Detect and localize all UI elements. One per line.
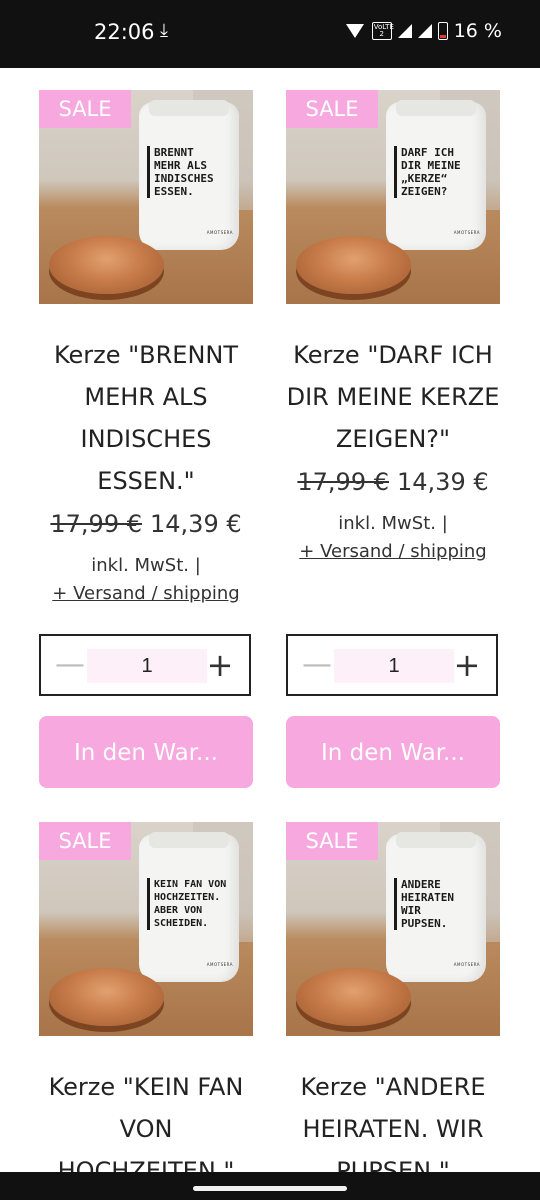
status-bar: 22:06 ⤓ VoLTE 2 16 % (0, 0, 540, 68)
add-to-cart-button[interactable]: In den War... (286, 716, 500, 788)
download-complete-icon: ⤓ (160, 20, 168, 41)
quantity-input[interactable] (87, 649, 207, 683)
product-title[interactable]: Kerze "DARF ICH DIR MEINE KERZE ZEIGEN?" (286, 334, 500, 460)
increase-quantity-button[interactable]: + (452, 636, 482, 694)
quantity-input[interactable] (334, 649, 454, 683)
old-price: 17,99 € (50, 510, 142, 538)
home-handle[interactable] (193, 1186, 347, 1191)
tax-note: inkl. MwSt. | + Versand / shipping (39, 552, 253, 608)
jar-label: DARF ICH DIR MEINE „KERZE“ ZEIGEN? (394, 146, 487, 198)
battery-percent: 16 % (453, 20, 502, 42)
jar-label: KEIN FAN VON HOCHZEITEN. ABER VON SCHEID… (147, 878, 240, 930)
sale-badge: SALE (286, 90, 378, 128)
sale-price: 14,39 € (397, 468, 489, 496)
price: 17,99 € 14,39 € (286, 460, 500, 504)
shipping-link[interactable]: + Versand / shipping (39, 580, 253, 608)
tax-label: inkl. MwSt. | (338, 513, 448, 534)
wifi-icon (345, 24, 364, 38)
add-to-cart-button[interactable]: In den War... (39, 716, 253, 788)
candle-jar: ANDERE HEIRATEN WIR PUPSEN. AMOTSERA (386, 832, 487, 982)
jar-brand: AMOTSERA (206, 230, 233, 235)
product-image[interactable]: BRENNT MEHR ALS INDISCHES ESSEN. AMOTSER… (39, 90, 253, 304)
jar-brand: AMOTSERA (453, 230, 480, 235)
product-title[interactable]: Kerze "BRENNT MEHR ALS INDISCHES ESSEN." (39, 334, 253, 502)
decrease-quantity-button[interactable]: — (302, 636, 332, 694)
volte-icon: VoLTE 2 (371, 22, 394, 40)
price: 17,99 € 14,39 € (39, 502, 253, 546)
clock: 22:06 (94, 20, 155, 44)
product-image[interactable]: ANDERE HEIRATEN WIR PUPSEN. AMOTSERA SAL… (286, 822, 500, 1036)
shipping-link[interactable]: + Versand / shipping (286, 538, 500, 566)
candle-jar: DARF ICH DIR MEINE „KERZE“ ZEIGEN? AMOTS… (386, 100, 487, 250)
quantity-stepper: — + (286, 634, 498, 696)
increase-quantity-button[interactable]: + (205, 636, 235, 694)
old-price: 17,99 € (297, 468, 389, 496)
signal-icon (397, 24, 412, 38)
jar-label: BRENNT MEHR ALS INDISCHES ESSEN. (147, 146, 240, 198)
quantity-stepper: — + (39, 634, 251, 696)
jar-label: ANDERE HEIRATEN WIR PUPSEN. (394, 878, 487, 930)
copper-lid (49, 968, 164, 1026)
jar-brand: AMOTSERA (206, 962, 233, 967)
copper-lid (49, 236, 164, 294)
gesture-navigation-bar (0, 1172, 540, 1200)
sale-badge: SALE (39, 90, 131, 128)
decrease-quantity-button[interactable]: — (55, 636, 85, 694)
sale-badge: SALE (286, 822, 378, 860)
copper-lid (296, 968, 411, 1026)
product-image[interactable]: KEIN FAN VON HOCHZEITEN. ABER VON SCHEID… (39, 822, 253, 1036)
product-card: ANDERE HEIRATEN WIR PUPSEN. AMOTSERA SAL… (286, 822, 500, 1192)
tax-label: inkl. MwSt. | (91, 555, 201, 576)
product-card: BRENNT MEHR ALS INDISCHES ESSEN. AMOTSER… (39, 90, 253, 608)
product-card: KEIN FAN VON HOCHZEITEN. ABER VON SCHEID… (39, 822, 253, 1192)
sale-price: 14,39 € (150, 510, 242, 538)
jar-brand: AMOTSERA (453, 962, 480, 967)
product-card: DARF ICH DIR MEINE „KERZE“ ZEIGEN? AMOTS… (286, 90, 500, 566)
status-icons: VoLTE 2 16 % (345, 20, 502, 42)
sale-badge: SALE (39, 822, 131, 860)
candle-jar: KEIN FAN VON HOCHZEITEN. ABER VON SCHEID… (139, 832, 240, 982)
copper-lid (296, 236, 411, 294)
signal-icon-2 (417, 24, 432, 38)
battery-icon (437, 22, 448, 40)
tax-note: inkl. MwSt. | + Versand / shipping (286, 510, 500, 566)
product-image[interactable]: DARF ICH DIR MEINE „KERZE“ ZEIGEN? AMOTS… (286, 90, 500, 304)
candle-jar: BRENNT MEHR ALS INDISCHES ESSEN. AMOTSER… (139, 100, 240, 250)
